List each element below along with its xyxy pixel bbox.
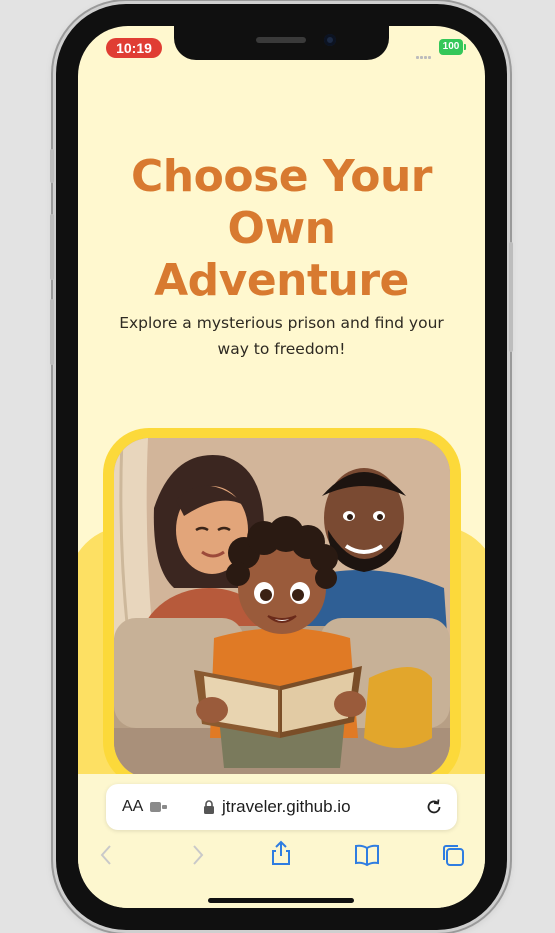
title-line-1: Choose Your — [131, 151, 433, 202]
text-size-button[interactable]: AA — [122, 798, 143, 816]
bookmarks-icon[interactable] — [354, 842, 380, 868]
share-icon[interactable] — [268, 840, 294, 866]
extension-icon[interactable] — [150, 801, 168, 813]
family-reading-illustration — [114, 438, 450, 778]
mute-switch — [50, 149, 54, 183]
tabs-icon[interactable] — [440, 842, 466, 868]
reload-icon[interactable] — [424, 797, 444, 817]
page-subtitle: Explore a mysterious prison and find you… — [119, 314, 444, 358]
hero-image-frame — [103, 428, 461, 788]
signal-icon — [416, 44, 436, 59]
earpiece-speaker — [256, 37, 306, 43]
page-title: Choose Your Own Adventure — [78, 151, 485, 307]
forward-icon[interactable] — [184, 842, 210, 868]
volume-down-button — [50, 299, 54, 365]
status-time: 10:19 — [106, 38, 162, 58]
safari-toolbar: AA jtraveler.github.io — [78, 774, 485, 908]
home-indicator[interactable] — [208, 898, 354, 903]
lock-icon — [204, 800, 214, 814]
front-camera — [324, 34, 336, 46]
notch — [174, 26, 389, 60]
title-line-2: Own — [227, 203, 336, 254]
title-line-3: Adventure — [154, 255, 409, 306]
volume-up-button — [50, 214, 54, 280]
back-icon[interactable] — [94, 842, 120, 868]
screen: 10:19 100 Choose Your Own Adventure Expl… — [78, 26, 485, 908]
phone-frame: 10:19 100 Choose Your Own Adventure Expl… — [50, 4, 513, 930]
url-text[interactable]: jtraveler.github.io — [222, 797, 351, 817]
hero-illustration — [114, 438, 450, 778]
power-button — [509, 242, 513, 352]
battery-icon: 100 — [439, 39, 466, 55]
address-bar[interactable]: AA jtraveler.github.io — [106, 784, 457, 830]
